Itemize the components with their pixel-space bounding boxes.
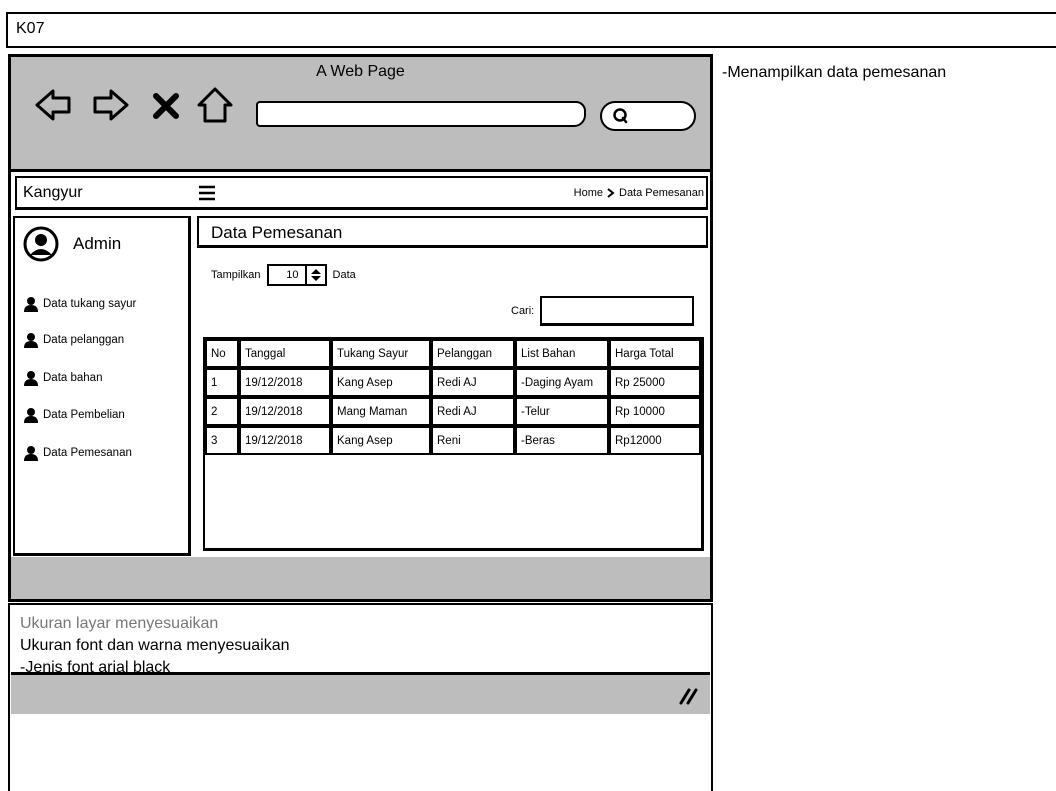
note-line-2: Ukuran font dan warna menyesuaikan (20, 637, 290, 654)
table-row[interactable]: 3 19/12/2018 Kang Asep Reni -Beras Rp12000 (205, 426, 701, 455)
page-length-control: Tampilkan 10 Data (211, 264, 356, 286)
stepper-arrows-icon[interactable] (304, 266, 325, 284)
close-icon[interactable] (151, 91, 181, 121)
table-search-input[interactable] (540, 296, 695, 326)
table-header-cell[interactable]: Pelanggan (431, 339, 515, 368)
table-cell: Rp 25000 (609, 368, 701, 397)
back-arrow-icon[interactable] (33, 85, 73, 125)
window-title-bar: K07 (6, 12, 1056, 48)
user-icon (24, 371, 38, 386)
table-header-cell[interactable]: List Bahan (515, 339, 609, 368)
orders-table: No Tanggal Tukang Sayur Pelanggan List Bahan… (203, 337, 704, 551)
table-cell: 19/12/2018 (239, 397, 331, 426)
table-cell: -Telur (515, 397, 609, 426)
table-header-cell[interactable]: Tanggal (239, 339, 331, 368)
table-header-cell[interactable]: Tukang Sayur (331, 339, 431, 368)
admin-name: Admin (73, 234, 122, 253)
url-input[interactable] (256, 101, 586, 127)
app-header: Kangyur Home Data Pemesanan (15, 176, 708, 210)
user-icon (24, 446, 38, 461)
page-length-value: 10 (286, 269, 299, 281)
description-text: -Menampilkan data pemesanan (722, 64, 947, 81)
page-title: Data Pemesanan (211, 223, 343, 242)
user-icon (24, 297, 38, 312)
search-icon (613, 108, 628, 124)
table-row[interactable]: 1 19/12/2018 Kang Asep Redi AJ -Daging Ayam R… (205, 368, 701, 397)
page-length-stepper[interactable]: 10 (266, 264, 327, 286)
sidebar-item-tukang-sayur[interactable]: Data tukang sayur (23, 296, 136, 312)
sidebar-item-label: Data bahan (43, 372, 103, 384)
chevron-right-icon (607, 188, 615, 198)
table-header-cell[interactable]: No (205, 339, 239, 368)
sidebar: Admin Data tukang sayur Data pelanggan D… (13, 216, 191, 556)
sidebar-item-bahan[interactable]: Data bahan (23, 370, 102, 386)
table-header-row: No Tanggal Tukang Sayur Pelanggan List Bahan… (205, 339, 701, 368)
browser-toolbar: A Web Page (11, 57, 710, 169)
user-icon (24, 408, 38, 423)
page-content: Kangyur Home Data Pemesanan Admin Data t… (11, 169, 710, 714)
search-label: Cari: (511, 305, 535, 317)
breadcrumb: Home Data Pemesanan (574, 187, 704, 199)
sidebar-item-pemesanan[interactable]: Data Pemesanan (23, 445, 132, 461)
home-icon[interactable] (195, 85, 235, 125)
table-cell: -Daging Ayam (515, 368, 609, 397)
note-line-3: -Jenis font arial black (20, 659, 171, 676)
hamburger-menu-icon[interactable] (198, 184, 216, 202)
sidebar-item-pelanggan[interactable]: Data pelanggan (23, 332, 124, 348)
sidebar-item-label: Data Pemesanan (43, 447, 132, 459)
admin-profile: Admin (23, 226, 121, 262)
window-title: K07 (16, 20, 45, 37)
sidebar-item-label: Data pelanggan (43, 334, 125, 346)
main-title-box: Data Pemesanan (197, 216, 708, 248)
table-cell: 1 (205, 368, 239, 397)
table-cell: Rp12000 (609, 426, 701, 455)
notes-box: Ukuran layar menyesuaikan Ukuran font da… (8, 603, 713, 791)
show-prefix-label: Tampilkan (211, 269, 261, 281)
table-cell: Redi AJ (431, 368, 515, 397)
table-cell: Kang Asep (331, 368, 431, 397)
sidebar-item-label: Data tukang sayur (43, 298, 137, 310)
table-cell: 3 (205, 426, 239, 455)
sidebar-item-label: Data Pembelian (43, 409, 125, 421)
sidebar-item-pembelian[interactable]: Data Pembelian (23, 407, 125, 423)
app-brand[interactable]: Kangyur (23, 184, 83, 202)
table-cell: Rp 10000 (609, 397, 701, 426)
browser-search-field[interactable] (600, 101, 696, 131)
forward-arrow-icon[interactable] (91, 85, 131, 125)
note-line-1: Ukuran layar menyesuaikan (20, 615, 219, 632)
table-cell: Mang Maman (331, 397, 431, 426)
user-icon (24, 333, 38, 348)
table-cell: -Beras (515, 426, 609, 455)
table-cell: 2 (205, 397, 239, 426)
table-cell: Reni (431, 426, 515, 455)
table-cell: Redi AJ (431, 397, 515, 426)
orders-table-grid: No Tanggal Tukang Sayur Pelanggan List Bahan… (205, 339, 701, 455)
avatar-icon (23, 226, 59, 262)
breadcrumb-current: Data Pemesanan (619, 187, 704, 199)
browser-page-title: A Web Page (316, 63, 405, 80)
breadcrumb-home[interactable]: Home (574, 187, 603, 199)
show-suffix-label: Data (332, 269, 356, 281)
table-search: Cari: (511, 296, 695, 326)
table-cell: Kang Asep (331, 426, 431, 455)
browser-window: A Web Page Kangyur Home Data Pemesanan A… (8, 54, 713, 714)
table-cell: 19/12/2018 (239, 368, 331, 397)
table-cell: 19/12/2018 (239, 426, 331, 455)
table-row[interactable]: 2 19/12/2018 Mang Maman Redi AJ -Telur Rp 100… (205, 397, 701, 426)
table-header-cell[interactable]: Harga Total (609, 339, 701, 368)
